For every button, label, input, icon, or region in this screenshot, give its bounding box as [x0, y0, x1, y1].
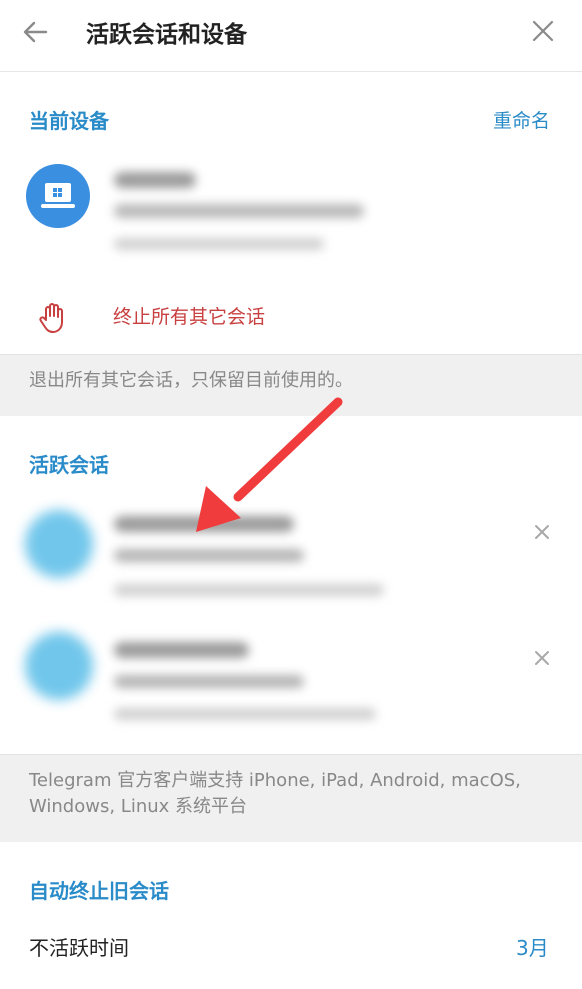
active-sessions-title: 活跃会话 [29, 453, 109, 477]
laptop-avatar [26, 164, 90, 228]
inactive-period-value[interactable]: 3月 [516, 932, 549, 961]
session-app-blurred [114, 549, 304, 562]
terminate-session-icon[interactable] [530, 646, 554, 670]
hand-stop-icon [36, 300, 70, 334]
rename-button[interactable]: 重命名 [493, 106, 550, 133]
close-icon[interactable] [528, 16, 558, 46]
session-app-blurred [114, 675, 304, 688]
clients-hint: Telegram 官方客户端支持 iPhone, iPad, Android, … [0, 754, 582, 842]
session-avatar [25, 510, 93, 578]
session-name-blurred [114, 642, 249, 658]
page-title: 活跃会话和设备 [86, 22, 247, 48]
session-location-blurred [114, 584, 384, 596]
laptop-icon [41, 183, 75, 208]
device-location-blurred [114, 238, 324, 250]
terminate-label: 终止所有其它会话 [113, 306, 266, 328]
header-bar: 活跃会话和设备 [0, 0, 582, 72]
session-avatar [25, 632, 93, 700]
current-device-title: 当前设备 [29, 109, 109, 133]
clients-hint-line2: Windows, Linux 系统平台 [29, 796, 248, 817]
auto-terminate-title: 自动终止旧会话 [29, 879, 169, 903]
clients-hint-line1: Telegram 官方客户端支持 iPhone, iPad, Android, … [29, 770, 521, 791]
device-app-blurred [114, 204, 364, 218]
terminate-other-sessions-button[interactable]: 终止所有其它会话 [0, 280, 582, 352]
inactive-period-label: 不活跃时间 [29, 936, 129, 960]
device-name-blurred [114, 172, 196, 188]
session-location-blurred [114, 708, 376, 720]
terminate-hint: 退出所有其它会话，只保留目前使用的。 [0, 354, 582, 416]
terminate-session-icon[interactable] [530, 520, 554, 544]
back-arrow-icon[interactable] [20, 16, 52, 48]
session-name-blurred [114, 516, 294, 532]
